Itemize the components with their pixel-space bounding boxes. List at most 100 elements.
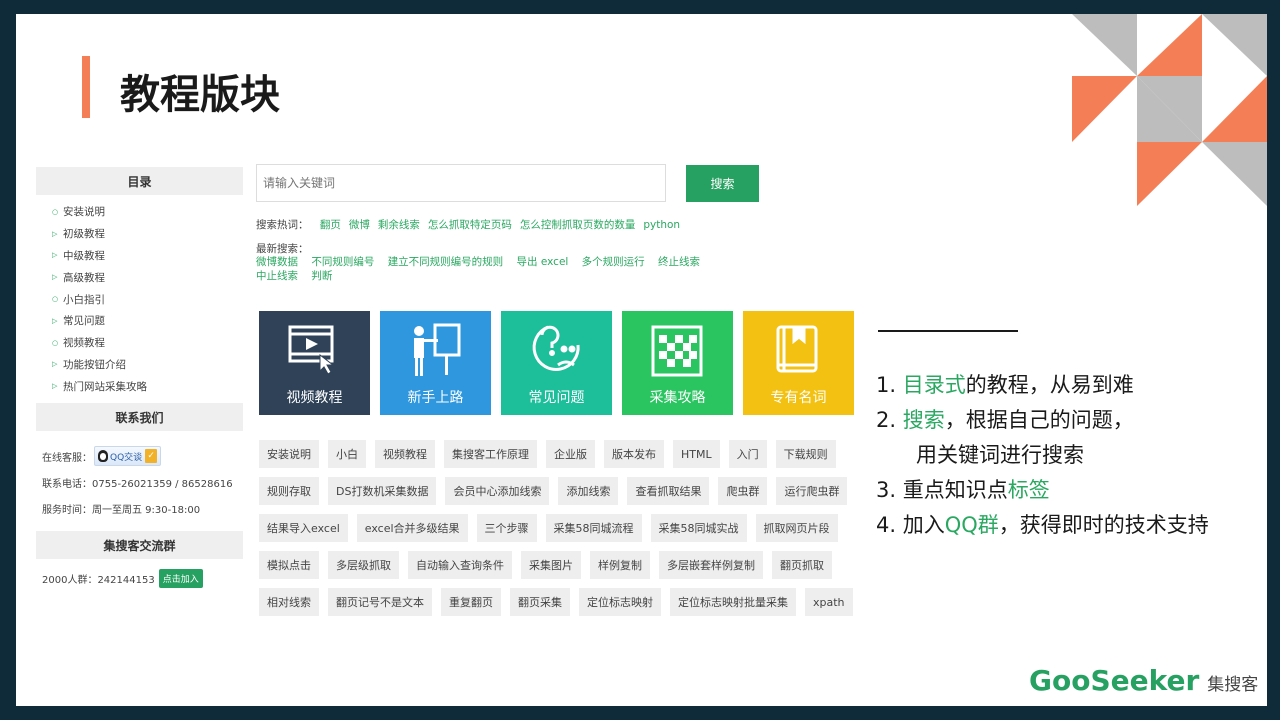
- recent-keyword-link[interactable]: 建立不同规则编号的规则: [388, 256, 504, 268]
- point-2-line2: 用关键词进行搜索: [916, 443, 1084, 467]
- decorative-triangles: [1072, 14, 1267, 206]
- tag-button[interactable]: 规则存取: [259, 477, 319, 505]
- sidebar-item-label: 安装说明: [63, 206, 105, 219]
- search-button[interactable]: 搜索: [686, 165, 759, 202]
- category-card[interactable]: 新手上路: [380, 311, 491, 415]
- recent-keyword-link[interactable]: 多个规则运行: [582, 256, 645, 268]
- tag-button[interactable]: 抓取网页片段: [755, 514, 838, 542]
- tag-button[interactable]: 集搜客工作原理: [444, 440, 537, 468]
- triangle-right-icon: ▷: [52, 316, 58, 325]
- sidebar-item-label: 常见问题: [63, 315, 105, 328]
- tag-button[interactable]: 采集58同城实战: [650, 514, 747, 542]
- point-4-text: ，获得即时的技术支持: [998, 513, 1209, 537]
- tag-button[interactable]: 安装说明: [259, 440, 319, 468]
- sidebar-item[interactable]: ▷ 常见问题: [52, 310, 243, 332]
- sidebar-item[interactable]: ○ 视频教程: [52, 332, 243, 354]
- catalog-list: ○ 安装说明 ▷ 初级教程 ▷ 中级教程 ▷ 高级教程 ○ 小白指引 ▷ 常见问题 ○ 视频教程 ▷ 功能按钮…: [36, 195, 243, 403]
- tag-button[interactable]: excel合并多级结果: [356, 514, 468, 542]
- recent-keyword-link[interactable]: 不同规则编号: [311, 256, 374, 268]
- tag-button[interactable]: 模拟点击: [259, 551, 319, 579]
- hot-keyword-link[interactable]: python: [643, 219, 680, 231]
- tag-button[interactable]: 运行爬虫群: [776, 477, 848, 505]
- group-text: 2000人群：242144153: [42, 575, 155, 587]
- triangle-right-icon: ▷: [52, 382, 58, 391]
- sidebar-item[interactable]: ▷ 热门网站采集攻略: [52, 375, 243, 397]
- category-card-label: 常见问题: [528, 390, 585, 406]
- website-screenshot: 目录 ○ 安装说明 ▷ 初级教程 ▷ 中级教程 ▷ 高级教程 ○ 小白指引 ▷ 常见问题 ○ 视频教程 ▷ 功…: [36, 159, 866, 639]
- tag-button[interactable]: 多层嵌套样例复制: [659, 551, 763, 579]
- point-3-text: 重点知识点: [902, 478, 1008, 502]
- recent-keyword-link[interactable]: 微博数据: [256, 256, 298, 268]
- contact-info: 在线客服： QQ交谈 ✓ 联系电话：0755-26021359 / 865286…: [36, 431, 243, 521]
- catalog-heading: 目录: [36, 167, 243, 195]
- sidebar-item-label: 视频教程: [63, 337, 105, 350]
- online-service-label: 在线客服：: [42, 452, 92, 464]
- point-2: 2. 搜索，根据自己的问题，: [876, 403, 1209, 438]
- sidebar-item-label: 功能按钮介绍: [63, 358, 126, 371]
- qq-chat-button[interactable]: QQ交谈 ✓: [94, 446, 162, 467]
- tag-button[interactable]: 翻页记号不是文本: [328, 588, 432, 616]
- sidebar-item[interactable]: ▷ 功能按钮介绍: [52, 354, 243, 376]
- tag-button[interactable]: 查看抓取结果: [627, 477, 710, 505]
- gooseeker-logo: GooSeeker 集搜客: [1029, 664, 1258, 697]
- tag-button[interactable]: 相对线索: [259, 588, 319, 616]
- category-card[interactable]: 常见问题: [501, 311, 612, 415]
- hot-keyword-link[interactable]: 怎么抓取特定页码: [428, 219, 512, 231]
- category-card[interactable]: 视频教程: [259, 311, 370, 415]
- logo-brand: GooSeeker: [1029, 664, 1200, 697]
- hot-keyword-link[interactable]: 翻页: [320, 219, 341, 231]
- point-1: 1. 目录式的教程，从易到难: [876, 368, 1209, 403]
- tag-button[interactable]: HTML: [673, 440, 720, 468]
- recent-keyword-link[interactable]: 中止线索: [256, 270, 298, 282]
- tag-button[interactable]: 爬虫群: [718, 477, 768, 505]
- tag-button[interactable]: 结果导入excel: [259, 514, 348, 542]
- tag-button[interactable]: 版本发布: [604, 440, 664, 468]
- tag-button[interactable]: 会员中心添加线索: [445, 477, 550, 505]
- tag-row: 相对线索 翻页记号不是文本 重复翻页 翻页采集 定位标志映射 定位标志映射批量采集 xpat…: [259, 588, 853, 625]
- sidebar-item[interactable]: ▷ 高级教程: [52, 266, 243, 288]
- divider-line: [878, 330, 1018, 332]
- tag-button[interactable]: 多层级抓取: [328, 551, 399, 579]
- sidebar-item[interactable]: ▷ 中级教程: [52, 245, 243, 267]
- tag-button[interactable]: 定位标志映射批量采集: [670, 588, 796, 616]
- tag-button[interactable]: 采集58同城流程: [545, 514, 642, 542]
- recent-keyword-link[interactable]: 导出 excel: [517, 256, 569, 268]
- triangle-right-icon: ▷: [52, 273, 58, 282]
- online-service-row: 在线客服： QQ交谈 ✓: [42, 443, 243, 469]
- tag-button[interactable]: 样例复制: [590, 551, 650, 579]
- tag-button[interactable]: 视频教程: [375, 440, 435, 468]
- tag-button[interactable]: 翻页抓取: [772, 551, 832, 579]
- tag-button[interactable]: DS打数机采集数据: [328, 477, 437, 505]
- triangle-right-icon: ▷: [52, 251, 58, 260]
- hot-keyword-link[interactable]: 剩余线索: [378, 219, 420, 231]
- tag-row: 规则存取 DS打数机采集数据 会员中心添加线索 添加线索 查看抓取结果 爬虫群 运行爬虫群: [259, 477, 849, 514]
- recent-keyword-link[interactable]: 终止线索: [658, 256, 700, 268]
- tag-button[interactable]: 翻页采集: [510, 588, 570, 616]
- sidebar-item[interactable]: ○ 小白指引: [52, 288, 243, 310]
- category-card[interactable]: 采集攻略: [622, 311, 733, 415]
- sidebar-item[interactable]: ▷ 初级教程: [52, 223, 243, 245]
- tag-button[interactable]: 自动输入查询条件: [408, 551, 512, 579]
- tag-button[interactable]: xpath: [805, 588, 853, 616]
- hot-keyword-link[interactable]: 微博: [349, 219, 370, 231]
- tag-button[interactable]: 定位标志映射: [579, 588, 661, 616]
- group-info: 2000人群：242144153 点击加入: [36, 559, 243, 589]
- tag-button[interactable]: 下载规则: [775, 440, 836, 468]
- search-input[interactable]: [257, 165, 667, 201]
- join-group-button[interactable]: 点击加入: [158, 569, 203, 589]
- tag-button[interactable]: 企业版: [546, 440, 595, 468]
- edit-icon: ✓: [145, 449, 158, 464]
- hot-keyword-link[interactable]: 怎么控制抓取页数的数量: [520, 219, 636, 231]
- tag-button[interactable]: 重复翻页: [441, 588, 501, 616]
- tag-button[interactable]: 添加线索: [558, 477, 619, 505]
- tag-button[interactable]: 小白: [328, 440, 366, 468]
- sidebar-item[interactable]: ○ 安装说明: [52, 201, 243, 223]
- main-content: 搜索 搜索热词： 翻页微博剩余线索怎么抓取特定页码怎么控制抓取页数的数量 pyth…: [256, 159, 866, 639]
- recent-keyword-link[interactable]: 判断: [311, 270, 332, 282]
- tag-button[interactable]: 入门: [728, 440, 767, 468]
- point-1-text: 的教程，从易到难: [965, 373, 1134, 397]
- tag-button[interactable]: 采集图片: [521, 551, 581, 579]
- tag-button[interactable]: 三个步骤: [476, 514, 537, 542]
- circle-icon: ○: [52, 295, 59, 304]
- category-card[interactable]: 专有名词: [743, 311, 854, 415]
